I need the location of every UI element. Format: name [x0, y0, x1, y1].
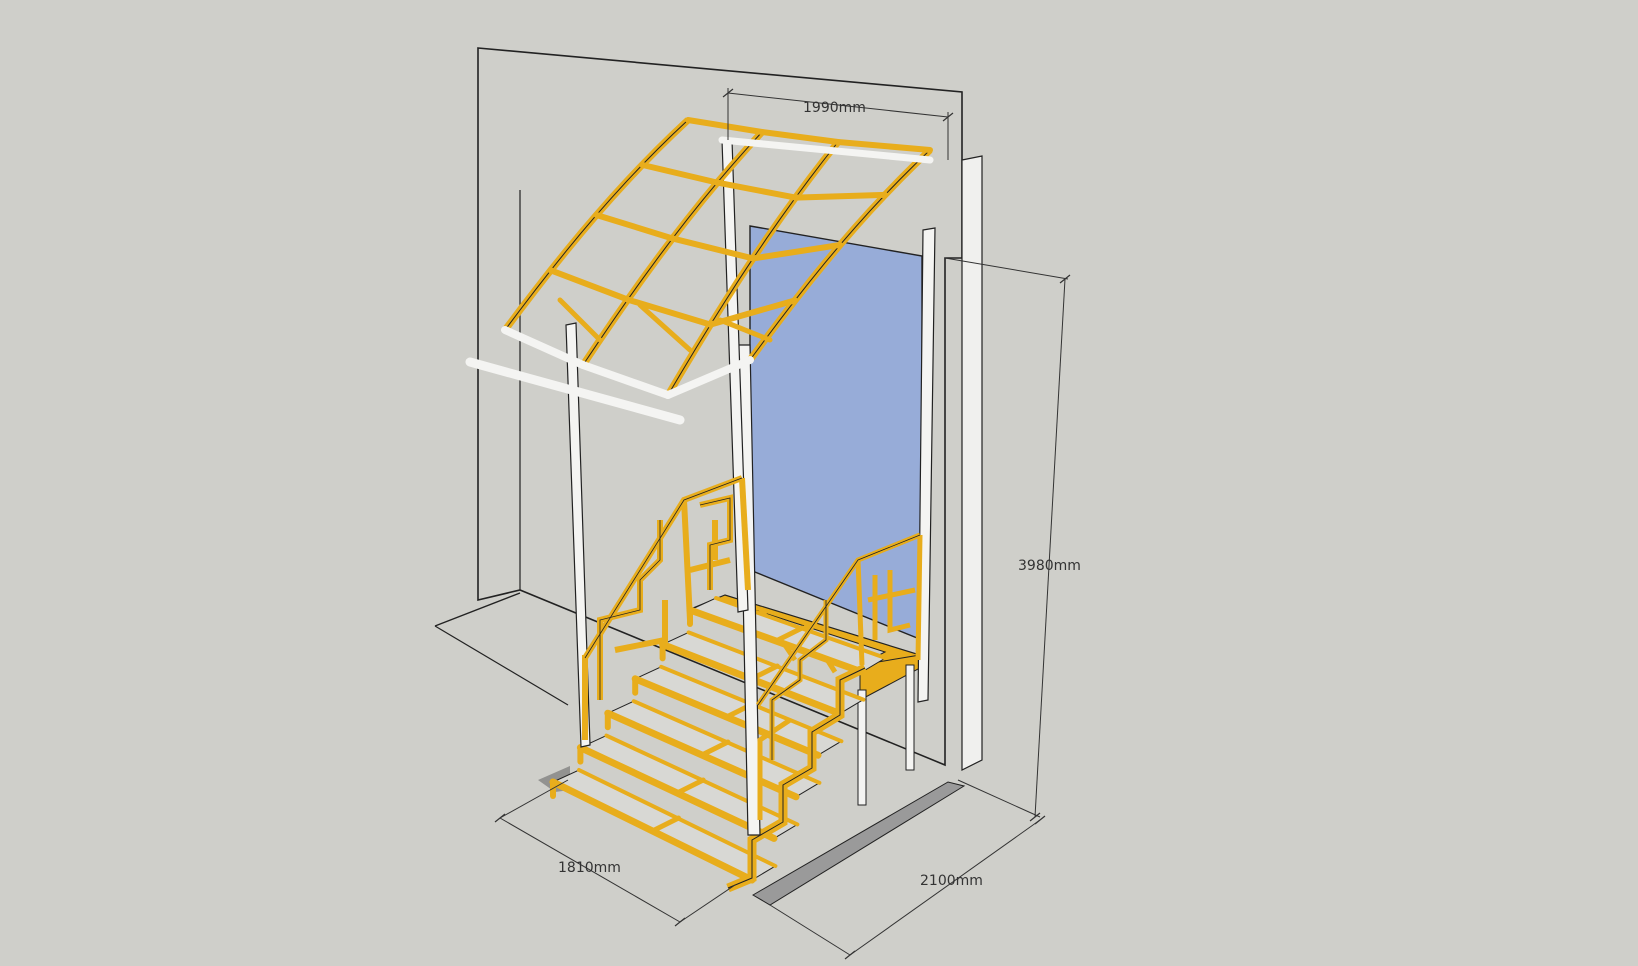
- dimension-height: 3980mm: [1018, 558, 1081, 574]
- dimension-depth: 2100mm: [920, 873, 983, 889]
- dimension-stair-width: 1810mm: [558, 860, 621, 876]
- dimension-canopy-width: 1990mm: [803, 100, 866, 116]
- model-viewport[interactable]: 1990mm 3980mm 1810mm 2100mm: [0, 0, 1638, 966]
- door-glass: [749, 225, 923, 642]
- canopy-purlin: [792, 191, 888, 201]
